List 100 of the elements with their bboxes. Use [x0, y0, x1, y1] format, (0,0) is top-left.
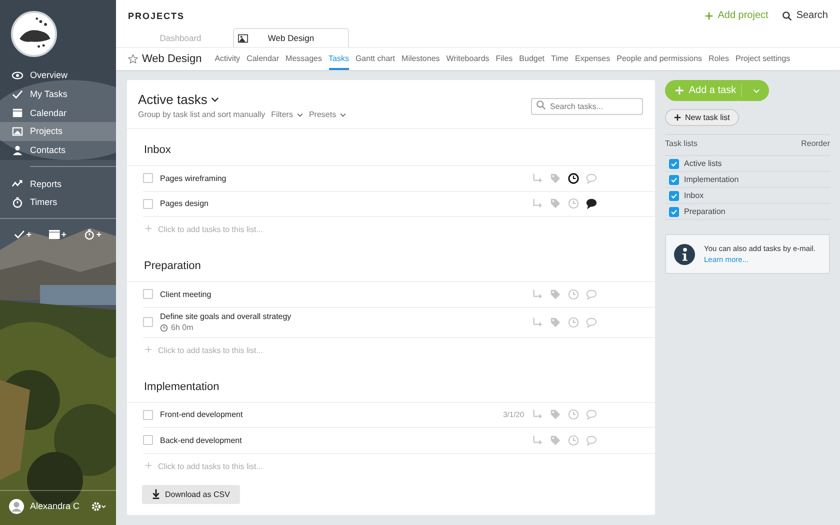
- reorder-link[interactable]: Reorder: [801, 139, 830, 148]
- checkbox[interactable]: [669, 174, 679, 184]
- clock-icon: [160, 324, 168, 332]
- eye-icon: [12, 70, 23, 81]
- image-icon: [238, 34, 248, 42]
- task-lists-label: Task lists: [665, 139, 698, 148]
- subtask-icon[interactable]: [532, 434, 543, 446]
- section-tab[interactable]: Expenses: [575, 48, 610, 70]
- plus-icon: [145, 462, 152, 468]
- tag-icon[interactable]: [550, 172, 561, 184]
- subtask-icon[interactable]: [532, 288, 543, 300]
- checkbox[interactable]: [143, 410, 153, 420]
- checkbox[interactable]: [143, 289, 153, 300]
- chevron-down-icon: [296, 112, 303, 116]
- search-field[interactable]: Search tasks...: [531, 98, 643, 115]
- plus-icon: [145, 225, 152, 232]
- view-dropdown[interactable]: Active tasks: [138, 92, 346, 107]
- person-icon: [12, 144, 23, 156]
- section-tab[interactable]: Time: [551, 48, 568, 70]
- info-icon: [674, 244, 695, 264]
- logo-icon[interactable]: [10, 10, 58, 58]
- subtask-icon[interactable]: [532, 172, 543, 184]
- tag-icon[interactable]: [550, 434, 561, 446]
- checkbox[interactable]: [143, 198, 153, 209]
- tag-icon[interactable]: [550, 316, 561, 328]
- task-name[interactable]: Client meeting: [160, 290, 532, 299]
- tag-icon[interactable]: [550, 198, 561, 210]
- chevron-down-icon[interactable]: [753, 88, 760, 92]
- image-icon: [12, 126, 23, 137]
- plus-icon: [674, 114, 681, 121]
- comment-icon[interactable]: [586, 198, 597, 210]
- grouping-text: Group by task list and sort manually: [138, 110, 266, 119]
- list-title: Inbox: [127, 129, 655, 166]
- task-list-label: Implementation: [684, 175, 739, 184]
- stopwatch-icon: [12, 196, 23, 208]
- sidebar-item[interactable]: Timers: [0, 193, 116, 212]
- checkbox[interactable]: [143, 317, 153, 327]
- tag-icon[interactable]: [550, 409, 561, 420]
- chevron-down-icon: [211, 97, 220, 102]
- section-tab[interactable]: Roles: [708, 48, 729, 70]
- chevron-down-icon: [340, 112, 346, 116]
- task-list-label: Preparation: [684, 207, 726, 216]
- add-event-icon[interactable]: [48, 228, 67, 240]
- trend-icon: [12, 178, 23, 190]
- clock-icon[interactable]: [568, 172, 579, 184]
- download-icon: [152, 489, 160, 499]
- subtask-icon[interactable]: [532, 316, 543, 328]
- presets-dropdown[interactable]: Presets: [308, 110, 346, 119]
- subtask-icon[interactable]: [532, 409, 543, 420]
- sidebar-item[interactable]: Reports: [0, 174, 116, 194]
- section-tab[interactable]: Budget: [519, 48, 545, 70]
- task-name[interactable]: Define site goals and overall strategy: [160, 312, 532, 321]
- page-title: PROJECTS: [128, 10, 185, 20]
- filters-dropdown[interactable]: Filters: [271, 110, 303, 119]
- avatar-icon[interactable]: [9, 498, 24, 514]
- section-tab[interactable]: Writeboards: [446, 48, 490, 70]
- settings-icon[interactable]: [90, 500, 108, 512]
- user-name[interactable]: Alexandra C: [30, 501, 84, 511]
- checkbox[interactable]: [143, 435, 153, 446]
- section-tab[interactable]: Messages: [286, 48, 322, 70]
- new-task-list-button[interactable]: New task list: [665, 109, 739, 126]
- section-tab[interactable]: Gantt chart: [355, 48, 396, 70]
- list-title: Preparation: [127, 245, 655, 282]
- sidebar-item[interactable]: Projects: [0, 122, 116, 141]
- task-name[interactable]: Pages wireframing: [160, 174, 532, 183]
- section-tab[interactable]: Calendar: [246, 48, 280, 70]
- section-tab[interactable]: Milestones: [402, 48, 440, 70]
- task-list-label: Inbox: [684, 191, 704, 200]
- plus-icon: [675, 86, 684, 95]
- section-tab[interactable]: Activity: [214, 48, 240, 70]
- list-title: Implementation: [127, 366, 655, 402]
- tag-icon[interactable]: [550, 288, 561, 300]
- task-name[interactable]: Pages design: [160, 199, 532, 208]
- sidebar-item[interactable]: Contacts: [0, 140, 116, 160]
- checkbox[interactable]: [669, 158, 679, 168]
- subtask-icon[interactable]: [532, 198, 543, 210]
- download-button[interactable]: Download as CSV: [142, 484, 240, 504]
- add-task-icon[interactable]: [14, 228, 32, 240]
- section-tab[interactable]: Tasks: [328, 48, 349, 70]
- project-name: Web Design: [142, 53, 202, 65]
- search-link[interactable]: Search: [782, 10, 828, 21]
- sidebar-item[interactable]: Calendar: [0, 103, 116, 122]
- add-timer-icon[interactable]: [84, 228, 102, 240]
- sidebar-item[interactable]: Overview: [0, 66, 116, 85]
- checkbox[interactable]: [669, 206, 679, 216]
- section-tab[interactable]: Project settings: [735, 48, 790, 70]
- task-list-label: Active lists: [684, 159, 722, 168]
- checkmark-icon: [12, 88, 23, 100]
- sidebar-item[interactable]: My Tasks: [0, 84, 116, 104]
- time-estimate: 6h 0m: [171, 323, 194, 332]
- plus-icon: [704, 12, 713, 20]
- checkbox[interactable]: [669, 190, 679, 200]
- checkbox[interactable]: [143, 173, 153, 184]
- section-tab[interactable]: People and permissions: [616, 48, 702, 70]
- plus-icon: [145, 346, 152, 352]
- section-tab[interactable]: Files: [496, 48, 513, 70]
- star-icon[interactable]: [128, 54, 138, 64]
- search-icon: [782, 10, 792, 20]
- task-name[interactable]: Front-end development: [160, 410, 504, 420]
- task-name[interactable]: Back-end development: [160, 436, 532, 445]
